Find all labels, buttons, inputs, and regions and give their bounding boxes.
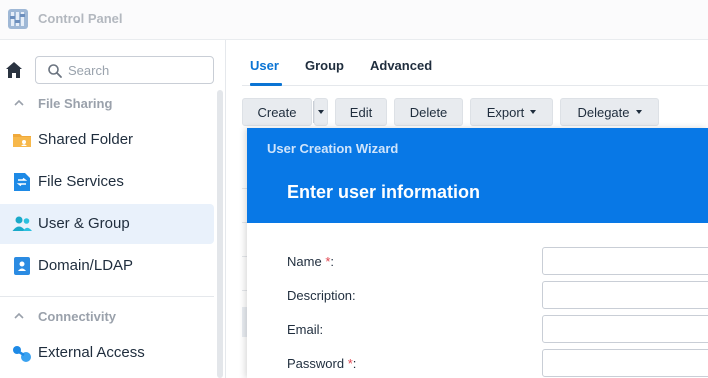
search-input[interactable] — [68, 60, 208, 80]
chevron-up-icon — [14, 99, 24, 106]
export-button[interactable]: Export — [470, 98, 553, 126]
sidebar-item-domain-ldap[interactable]: Domain/LDAP — [0, 246, 214, 286]
sidebar-item-label: Shared Folder — [38, 131, 134, 148]
chevron-down-icon — [635, 110, 642, 114]
section-connectivity[interactable]: Connectivity — [0, 303, 214, 331]
app-title: Control Panel — [38, 11, 123, 26]
password-field[interactable] — [542, 349, 708, 377]
chevron-down-icon — [318, 110, 324, 114]
sidebar-item-label: External Access — [38, 344, 145, 361]
delete-button[interactable]: Delete — [394, 98, 463, 126]
control-panel-app-icon — [8, 9, 28, 29]
section-file-sharing[interactable]: File Sharing — [0, 90, 214, 118]
tab-advanced[interactable]: Advanced — [370, 58, 432, 73]
chevron-down-icon — [530, 110, 537, 114]
description-label: Description: — [287, 288, 356, 303]
file-services-icon — [14, 173, 30, 191]
delegate-button-label: Delegate — [577, 104, 630, 120]
email-label: Email: — [287, 322, 324, 337]
folder-icon — [13, 134, 31, 147]
users-icon — [12, 216, 32, 231]
sidebar-item-external-access[interactable]: External Access — [0, 333, 214, 373]
name-field[interactable] — [542, 247, 708, 275]
tab-bar: User Group Advanced — [242, 40, 708, 86]
edit-button[interactable]: Edit — [335, 98, 387, 126]
section-divider — [0, 296, 214, 297]
sidebar-item-file-services[interactable]: File Services — [0, 162, 214, 202]
email-field[interactable] — [542, 315, 708, 343]
active-tab-indicator — [250, 83, 282, 86]
wizard-header: User Creation Wizard Enter user informat… — [247, 128, 708, 223]
password-label: Password *: — [287, 356, 357, 371]
edit-button-label: Edit — [349, 104, 373, 120]
description-field[interactable] — [542, 281, 708, 309]
wizard-title: User Creation Wizard — [267, 141, 399, 156]
wizard-step-title: Enter user information — [287, 182, 481, 202]
section-label: File Sharing — [38, 96, 113, 111]
delete-button-label: Delete — [409, 104, 448, 120]
sidebar-item-label: File Services — [38, 173, 124, 190]
tab-user[interactable]: User — [250, 58, 279, 73]
sidebar-item-label: User & Group — [38, 215, 130, 232]
sidebar-item-shared-folder[interactable]: Shared Folder — [0, 120, 214, 160]
external-access-icon — [13, 346, 31, 362]
tab-group[interactable]: Group — [305, 58, 344, 73]
user-creation-wizard: User Creation Wizard Enter user informat… — [247, 128, 708, 378]
create-dropdown-button[interactable] — [314, 98, 328, 126]
create-button[interactable]: Create — [242, 98, 312, 126]
sidebar-scrollbar[interactable] — [217, 90, 223, 378]
export-button-label: Export — [486, 104, 525, 120]
sidebar-item-label: Domain/LDAP — [38, 257, 134, 274]
name-label: Name *: — [287, 254, 334, 269]
search-box[interactable] — [35, 56, 214, 84]
domain-icon — [14, 257, 30, 275]
section-label: Connectivity — [38, 309, 117, 324]
create-button-label: Create — [257, 104, 297, 120]
delegate-button[interactable]: Delegate — [560, 98, 659, 126]
title-bar: Control Panel — [0, 0, 708, 40]
chevron-up-icon — [14, 312, 24, 319]
home-icon[interactable] — [4, 59, 24, 81]
search-icon — [48, 64, 62, 78]
sidebar-item-user-group[interactable]: User & Group — [0, 204, 214, 244]
